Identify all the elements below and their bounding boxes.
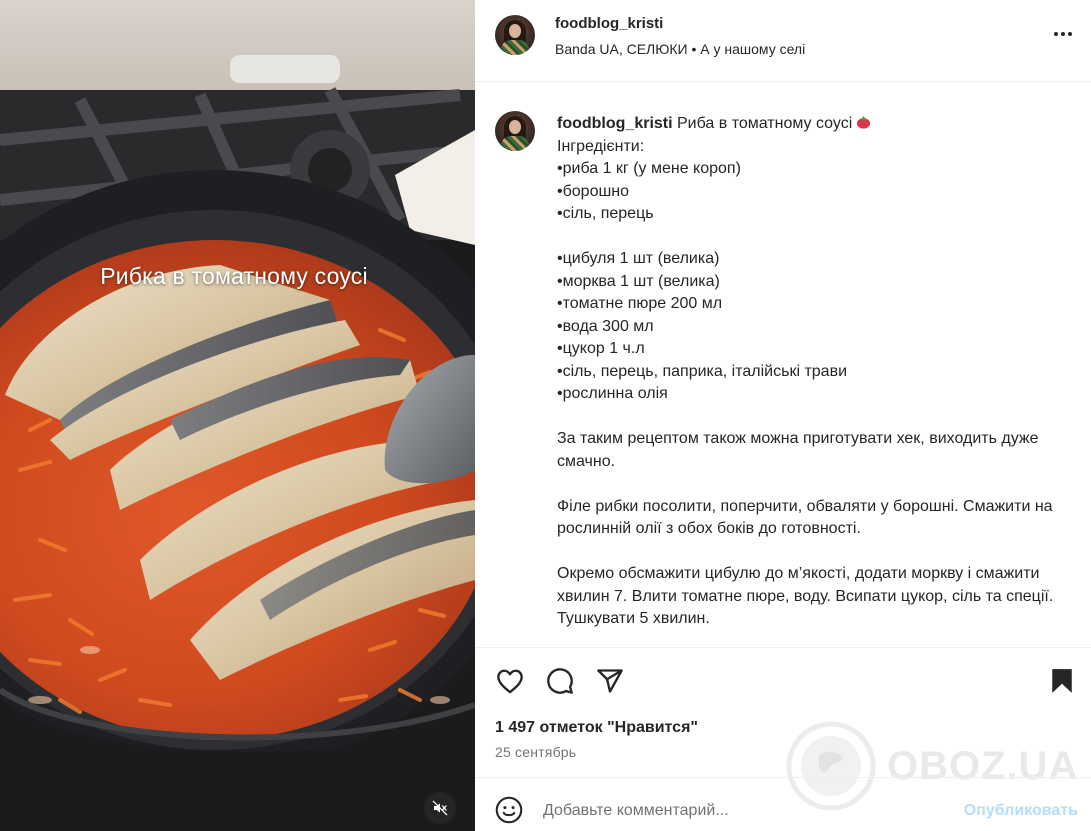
likes-count[interactable]: 1 497 отметок "Нравится" <box>495 719 698 737</box>
publish-button[interactable]: Опубликовать <box>964 802 1078 820</box>
heart-outline-icon <box>497 669 523 694</box>
smiley-icon <box>495 796 523 824</box>
avatar[interactable] <box>495 111 535 151</box>
save-button[interactable] <box>1047 666 1077 696</box>
caption-scroll-area[interactable]: foodblog_kristi Риба в томатному соусі І… <box>475 83 1091 647</box>
post-header: foodblog_kristi Banda UA, СЕЛЮКИ • А у н… <box>475 0 1091 82</box>
food-photo <box>0 0 475 831</box>
speaker-muted-icon <box>432 800 448 816</box>
post-media[interactable]: Рибка в томатному соусі <box>0 0 475 831</box>
bookmark-filled-icon <box>1052 669 1072 693</box>
more-horizontal-icon <box>1054 32 1072 36</box>
emoji-picker-button[interactable] <box>495 796 523 824</box>
caption-title: Риба в томатному соусі <box>672 115 853 132</box>
comment-input[interactable] <box>543 800 923 822</box>
tomato-emoji-icon <box>857 115 871 129</box>
post-date[interactable]: 25 сентябрь <box>495 744 576 760</box>
more-options-button[interactable] <box>1051 22 1075 46</box>
paper-plane-icon <box>597 669 623 693</box>
caption-body: Інгредієнти: •риба 1 кг (у мене короп) •… <box>557 137 1054 628</box>
post-actions: 1 497 отметок "Нравится" 25 сентябрь OBO… <box>475 647 1091 811</box>
comment-bar: Опубликовать <box>475 777 1091 831</box>
post-details-panel: foodblog_kristi Banda UA, СЕЛЮКИ • А у н… <box>475 0 1091 831</box>
like-button[interactable] <box>495 666 525 696</box>
comment-button[interactable] <box>545 666 575 696</box>
comment-bubble-icon <box>547 668 573 694</box>
caption-username[interactable]: foodblog_kristi <box>557 115 673 132</box>
share-button[interactable] <box>595 666 625 696</box>
audio-attribution[interactable]: Banda UA, СЕЛЮКИ • А у нашому селі <box>555 41 805 57</box>
author-username[interactable]: foodblog_kristi <box>555 15 663 32</box>
avatar[interactable] <box>495 15 535 55</box>
video-overlay-caption: Рибка в томатному соусі <box>100 263 368 289</box>
mute-button[interactable] <box>424 792 456 824</box>
post-caption: foodblog_kristi Риба в томатному соусі І… <box>557 113 1067 631</box>
